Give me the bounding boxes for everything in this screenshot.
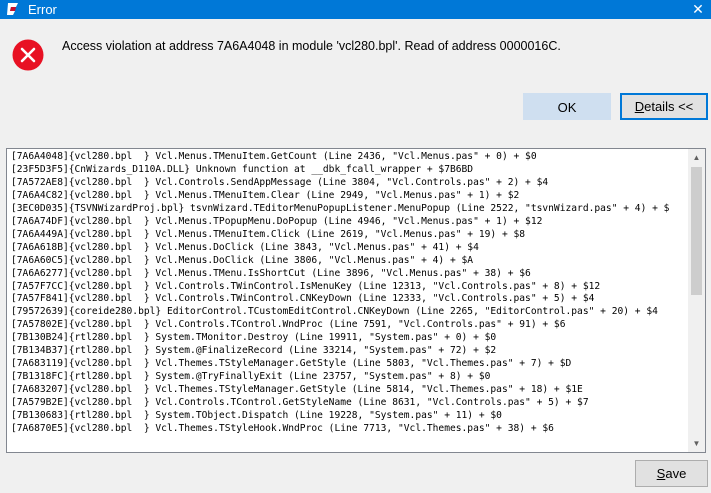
save-button[interactable]: Save bbox=[635, 460, 708, 487]
stack-trace-text: [7A6A4048]{vcl280.bpl } Vcl.Menus.TMenuI… bbox=[11, 151, 688, 436]
dialog-body: Access violation at address 7A6A4048 in … bbox=[0, 19, 711, 493]
stack-trace-line: [23F5D3F5]{CnWizards_D110A.DLL} Unknown … bbox=[11, 163, 474, 175]
stack-trace-line: [7A6A6277]{vcl280.bpl } Vcl.Menus.TMenu.… bbox=[11, 267, 531, 279]
stack-trace-line: [7A6870E5]{vcl280.bpl } Vcl.Themes.TStyl… bbox=[11, 423, 554, 435]
close-icon[interactable]: ✕ bbox=[691, 0, 705, 19]
window-title: Error bbox=[28, 2, 57, 17]
stack-trace-line: [7B130B24]{rtl280.bpl } System.TMonitor.… bbox=[11, 332, 497, 344]
save-button-label: ave bbox=[665, 466, 687, 481]
stack-trace-line: [7A57802E]{vcl280.bpl } Vcl.Controls.TCo… bbox=[11, 319, 566, 331]
stack-trace-line: [7A579B2E]{vcl280.bpl } Vcl.Controls.TCo… bbox=[11, 397, 589, 409]
stack-trace-line: [3EC0D035]{TSVNWizardProj.bpl} tsvnWizar… bbox=[11, 202, 670, 214]
scroll-up-icon[interactable]: ▲ bbox=[688, 149, 705, 166]
stack-trace-line: [7B130683]{rtl280.bpl } System.TObject.D… bbox=[11, 410, 502, 422]
stack-trace-line: [7A683119]{vcl280.bpl } Vcl.Themes.TStyl… bbox=[11, 358, 572, 370]
title-bar: Error ✕ bbox=[0, 0, 711, 19]
stack-trace-line: [7B134B37]{rtl280.bpl } System.@Finalize… bbox=[11, 345, 497, 357]
details-button-label: etails << bbox=[644, 99, 694, 114]
vertical-scrollbar[interactable]: ▲ ▼ bbox=[688, 149, 705, 452]
stack-trace-line: [7A572AE8]{vcl280.bpl } Vcl.Controls.Sen… bbox=[11, 176, 549, 188]
ok-button[interactable]: OK bbox=[523, 93, 611, 120]
stack-trace-line: [7A6A449A]{vcl280.bpl } Vcl.Menus.TMenuI… bbox=[11, 228, 526, 240]
stack-trace-line: [7A6A4C82]{vcl280.bpl } Vcl.Menus.TMenuI… bbox=[11, 189, 520, 201]
delphi-app-icon bbox=[7, 3, 18, 15]
stack-trace-box[interactable]: [7A6A4048]{vcl280.bpl } Vcl.Menus.TMenuI… bbox=[6, 148, 706, 453]
stack-trace-line: [7A57F7CC]{vcl280.bpl } Vcl.Controls.TWi… bbox=[11, 280, 601, 292]
stack-trace-line: [79572639]{coreide280.bpl} EditorControl… bbox=[11, 306, 658, 318]
error-message: Access violation at address 7A6A4048 in … bbox=[62, 39, 561, 53]
stack-trace-line: [7A57F841]{vcl280.bpl } Vcl.Controls.TWi… bbox=[11, 293, 595, 305]
ok-button-label: OK bbox=[557, 100, 577, 115]
scroll-thumb[interactable] bbox=[691, 167, 702, 295]
details-button[interactable]: Details << bbox=[620, 93, 708, 120]
stack-trace-line: [7A6A60C5]{vcl280.bpl } Vcl.Menus.DoClic… bbox=[11, 254, 474, 266]
scroll-down-icon[interactable]: ▼ bbox=[688, 435, 705, 452]
stack-trace-line: [7A6A4048]{vcl280.bpl } Vcl.Menus.TMenuI… bbox=[11, 151, 537, 162]
stack-trace-line: [7A683207]{vcl280.bpl } Vcl.Themes.TStyl… bbox=[11, 384, 583, 396]
error-icon bbox=[12, 39, 44, 71]
details-mnemonic: D bbox=[634, 99, 645, 114]
stack-trace-line: [7B1318FC]{rtl280.bpl } System.@TryFinal… bbox=[11, 371, 491, 383]
stack-trace-line: [7A6A74DF]{vcl280.bpl } Vcl.Menus.TPopup… bbox=[11, 215, 543, 227]
stack-trace-line: [7A6A618B]{vcl280.bpl } Vcl.Menus.DoClic… bbox=[11, 241, 479, 253]
